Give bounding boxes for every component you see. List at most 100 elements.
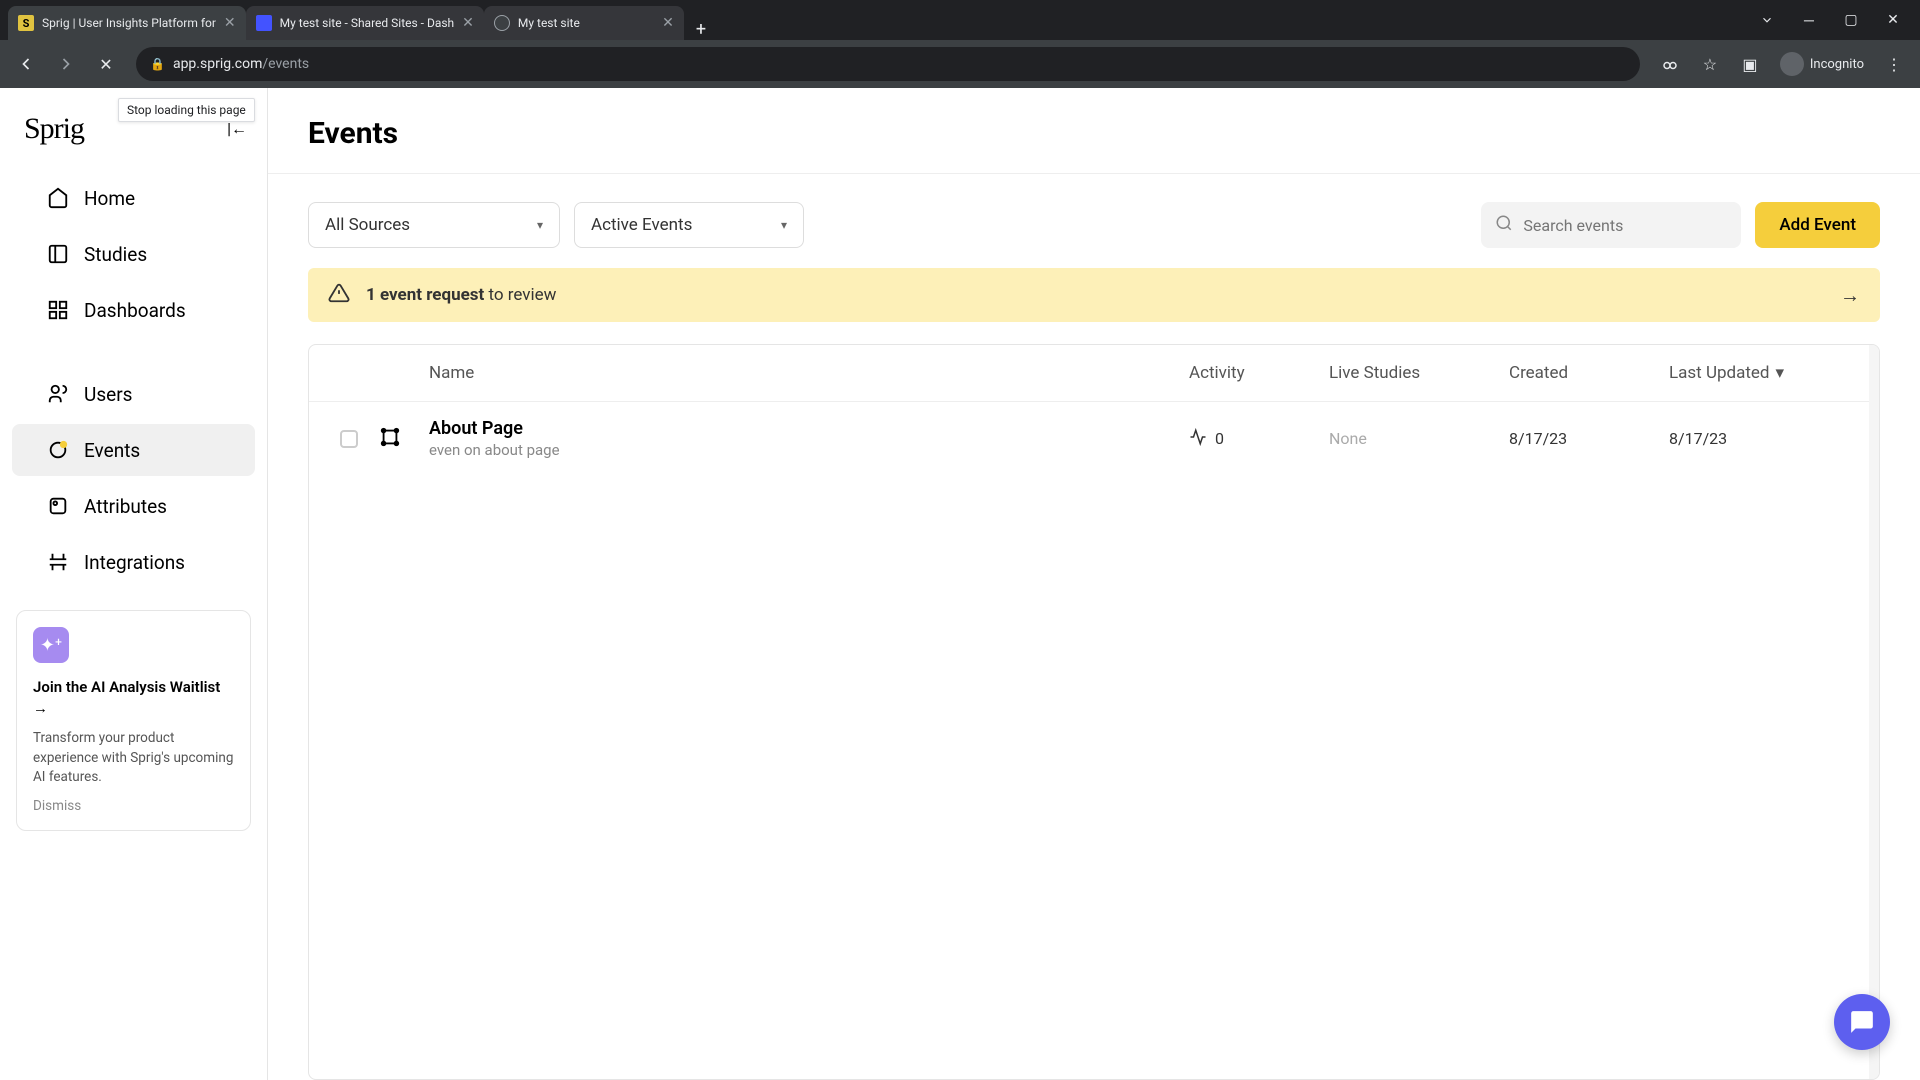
- sidebar-item-studies[interactable]: Studies: [12, 228, 255, 280]
- sidebar-item-dashboards[interactable]: Dashboards: [12, 284, 255, 336]
- favicon-globe: [494, 15, 510, 31]
- browser-tab-2[interactable]: My test site ✕: [484, 6, 684, 40]
- banner-text: 1 event request to review: [366, 285, 1824, 305]
- tooltip: Stop loading this page: [118, 98, 255, 122]
- sidebar-item-home[interactable]: Home: [12, 172, 255, 224]
- dashboards-icon: [46, 298, 70, 322]
- incognito-label: Incognito: [1810, 57, 1864, 72]
- promo-dismiss[interactable]: Dismiss: [33, 798, 234, 814]
- attributes-icon: [46, 494, 70, 518]
- filter-status-dropdown[interactable]: Active Events ▾: [574, 202, 804, 248]
- nav-label: Attributes: [84, 495, 167, 518]
- window-controls: ─ ▢ ✕: [1748, 0, 1920, 40]
- col-live[interactable]: Live Studies: [1329, 363, 1509, 383]
- search-input[interactable]: [1523, 216, 1727, 235]
- address-bar[interactable]: 🔒 app.sprig.com/events: [136, 47, 1640, 81]
- favicon-webflow: [256, 15, 272, 31]
- incognito-avatar-icon: [1780, 52, 1804, 76]
- controls-row: All Sources ▾ Active Events ▾ Add Event: [268, 174, 1920, 268]
- activity-cell: 0: [1189, 428, 1329, 450]
- browser-tab-0[interactable]: S Sprig | User Insights Platform for ✕: [8, 6, 246, 40]
- col-name[interactable]: Name: [429, 363, 1189, 383]
- ai-sparkle-icon: ✦⁺: [33, 627, 69, 663]
- nav-label: Dashboards: [84, 299, 186, 322]
- home-icon: [46, 186, 70, 210]
- url-text: app.sprig.com/events: [173, 56, 309, 72]
- filter-sources-dropdown[interactable]: All Sources ▾: [308, 202, 560, 248]
- warning-icon: [328, 282, 350, 308]
- sidebar: Sprig |← Home Studies Dashboards Users E…: [0, 88, 268, 1080]
- events-icon: [46, 438, 70, 462]
- users-icon: [46, 382, 70, 406]
- studies-icon: [46, 242, 70, 266]
- table-row[interactable]: About Page even on about page 0 None 8/1…: [309, 402, 1879, 475]
- browser-chrome: S Sprig | User Insights Platform for ✕ M…: [0, 0, 1920, 88]
- close-icon[interactable]: ✕: [662, 15, 674, 31]
- dropdown-label: All Sources: [325, 215, 410, 235]
- maximize-icon[interactable]: ▢: [1832, 5, 1870, 35]
- chevron-down-icon: ▾: [1776, 363, 1785, 383]
- forward-button[interactable]: [48, 46, 84, 82]
- logo[interactable]: Sprig: [24, 112, 84, 146]
- browser-tab-1[interactable]: My test site - Shared Sites - Dash ✕: [246, 6, 484, 40]
- stop-reload-button[interactable]: ✕: [88, 46, 124, 82]
- search-icon: [1495, 214, 1513, 236]
- collapse-sidebar-icon[interactable]: |←: [227, 119, 247, 139]
- nav-label: Home: [84, 187, 135, 210]
- sidebar-item-users[interactable]: Users: [12, 368, 255, 420]
- review-banner[interactable]: 1 event request to review →: [308, 268, 1880, 322]
- new-tab-button[interactable]: +: [684, 19, 718, 40]
- incognito-badge[interactable]: Incognito: [1772, 52, 1872, 76]
- nav-label: Users: [84, 383, 132, 406]
- table-header: Name Activity Live Studies Created Last …: [309, 345, 1879, 402]
- activity-icon: [1189, 428, 1207, 450]
- col-activity[interactable]: Activity: [1189, 363, 1329, 383]
- chat-widget-button[interactable]: [1834, 994, 1890, 1050]
- col-created[interactable]: Created: [1509, 363, 1669, 383]
- promo-card: ✦⁺ Join the AI Analysis Waitlist → Trans…: [16, 610, 251, 831]
- favicon-sprig: S: [18, 15, 34, 31]
- integrations-icon: [46, 550, 70, 574]
- app: Sprig |← Home Studies Dashboards Users E…: [0, 88, 1920, 1080]
- events-table: Name Activity Live Studies Created Last …: [308, 344, 1880, 1080]
- dropdown-label: Active Events: [591, 215, 692, 235]
- add-event-button[interactable]: Add Event: [1755, 202, 1880, 248]
- updated-value: 8/17/23: [1669, 429, 1869, 448]
- back-button[interactable]: [8, 46, 44, 82]
- sidebar-item-events[interactable]: Events: [12, 424, 255, 476]
- promo-title[interactable]: Join the AI Analysis Waitlist →: [33, 677, 234, 719]
- tab-title: My test site - Shared Sites - Dash: [280, 16, 455, 30]
- nav-label: Studies: [84, 243, 147, 266]
- page-header: Events: [268, 88, 1920, 174]
- live-studies-value: None: [1329, 429, 1509, 448]
- menu-icon[interactable]: ⋮: [1876, 46, 1912, 82]
- main: Events All Sources ▾ Active Events ▾ Add…: [268, 88, 1920, 1080]
- col-updated[interactable]: Last Updated ▾: [1669, 363, 1869, 383]
- lock-icon: 🔒: [150, 57, 165, 71]
- tab-title: My test site: [518, 16, 654, 30]
- sidebar-item-integrations[interactable]: Integrations: [12, 536, 255, 588]
- name-cell: About Page even on about page: [429, 418, 1189, 459]
- tab-search-icon[interactable]: [1748, 5, 1786, 35]
- sidebar-item-attributes[interactable]: Attributes: [12, 480, 255, 532]
- search-box[interactable]: [1481, 202, 1741, 248]
- close-window-icon[interactable]: ✕: [1874, 5, 1912, 35]
- page-title: Events: [308, 116, 1880, 151]
- vertical-scrollbar[interactable]: [1869, 345, 1879, 1079]
- chevron-down-icon: ▾: [781, 218, 787, 232]
- incognito-indicator-icon[interactable]: [1652, 46, 1688, 82]
- close-icon[interactable]: ✕: [224, 15, 236, 31]
- side-panel-icon[interactable]: ▣: [1732, 46, 1768, 82]
- tab-bar: S Sprig | User Insights Platform for ✕ M…: [0, 0, 1920, 40]
- event-desc: even on about page: [429, 441, 1189, 459]
- bookmark-icon[interactable]: ☆: [1692, 46, 1728, 82]
- event-type-icon: [379, 426, 429, 452]
- event-name: About Page: [429, 418, 1189, 439]
- row-checkbox[interactable]: [340, 430, 358, 448]
- arrow-right-icon: →: [1840, 283, 1860, 308]
- tab-title: Sprig | User Insights Platform for: [42, 16, 216, 30]
- close-icon[interactable]: ✕: [462, 15, 474, 31]
- activity-value: 0: [1215, 429, 1224, 448]
- created-value: 8/17/23: [1509, 429, 1669, 448]
- minimize-icon[interactable]: ─: [1790, 5, 1828, 35]
